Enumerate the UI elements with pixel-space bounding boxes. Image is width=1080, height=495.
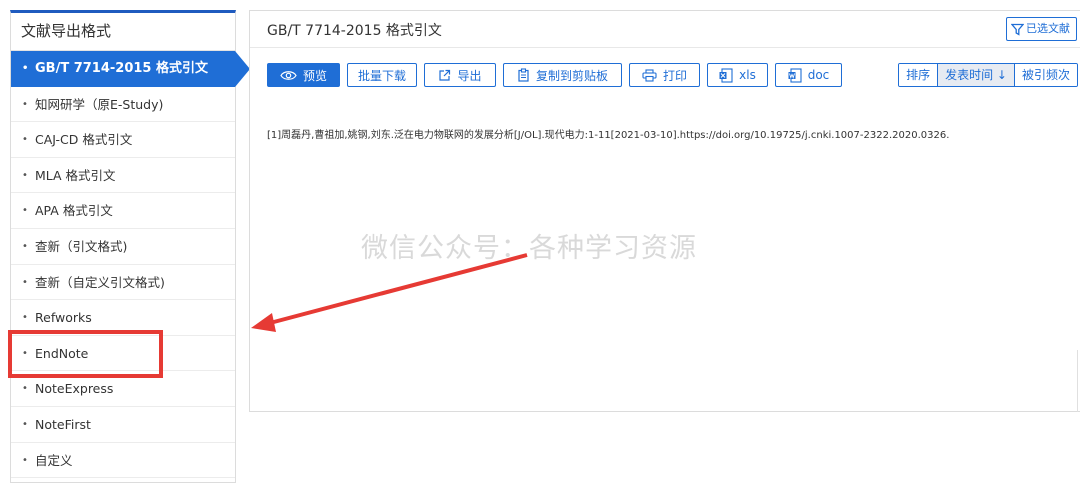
annotation-highlight-box <box>8 330 163 378</box>
annotation-arrow <box>251 253 528 332</box>
